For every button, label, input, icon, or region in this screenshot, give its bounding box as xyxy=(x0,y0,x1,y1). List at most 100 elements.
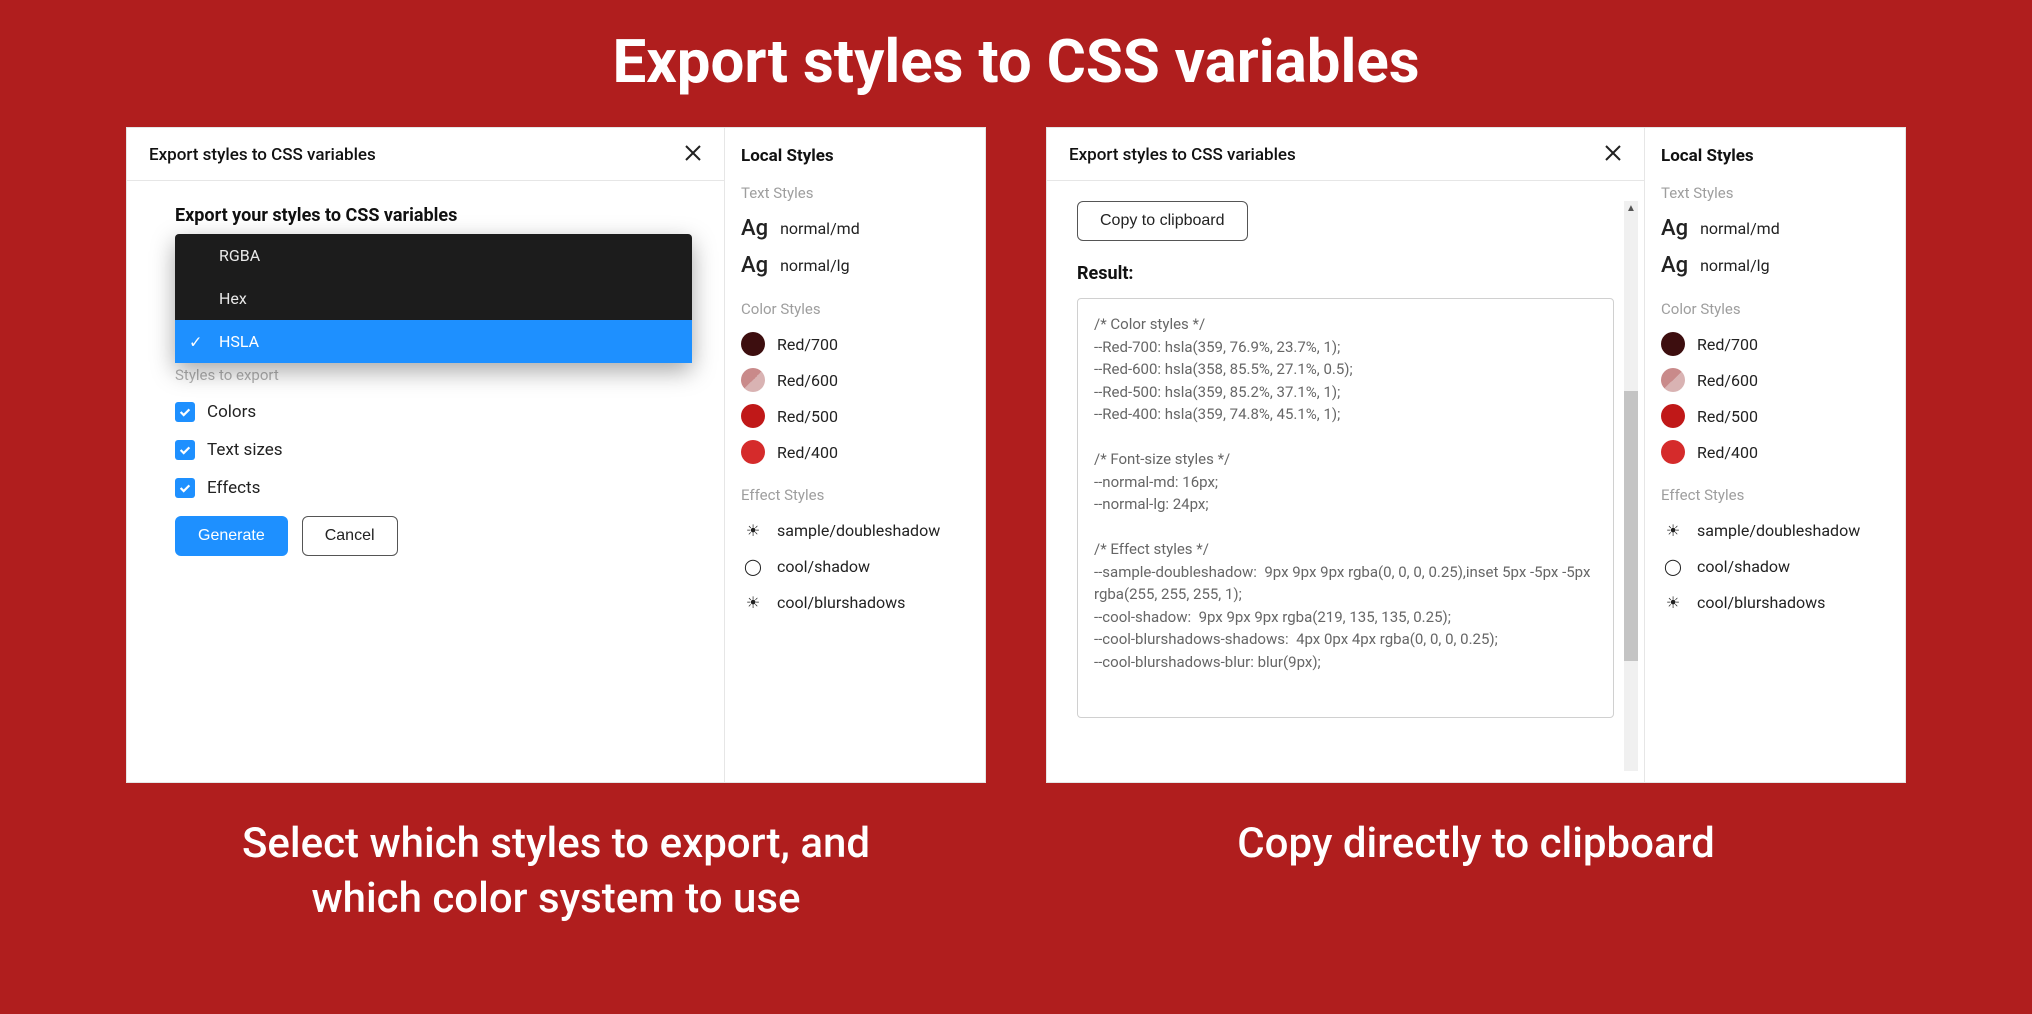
result-label: Result: xyxy=(1077,263,1614,284)
text-sample-icon: Ag xyxy=(1661,216,1688,241)
effect-styles-heading: Effect Styles xyxy=(741,486,969,504)
checkbox-label: Colors xyxy=(207,402,256,422)
checkbox-label: Text sizes xyxy=(207,440,283,460)
sun-icon: ☀ xyxy=(741,590,765,614)
color-style-label: Red/500 xyxy=(777,407,838,426)
close-icon xyxy=(684,144,702,162)
color-style-label: Red/500 xyxy=(1697,407,1758,426)
caption-right: Copy directly to clipboard xyxy=(1237,817,1715,872)
effect-style-item[interactable]: ☀ sample/doubleshadow xyxy=(741,512,969,548)
color-style-label: Red/600 xyxy=(1697,371,1758,390)
caption-left: Select which styles to export, and which… xyxy=(186,817,926,926)
text-sample-icon: Ag xyxy=(1661,253,1688,278)
modal-panel: Export styles to CSS variables Copy to c… xyxy=(1047,128,1645,782)
modal-title: Export styles to CSS variables xyxy=(1069,145,1296,165)
effect-style-item[interactable]: ☀ cool/blurshadows xyxy=(1661,584,1889,620)
sun-icon: ☀ xyxy=(1661,590,1685,614)
color-swatch-icon xyxy=(1661,440,1685,464)
check-icon xyxy=(175,402,195,422)
modal-header: Export styles to CSS variables xyxy=(127,128,724,181)
color-style-item[interactable]: Red/600 xyxy=(741,362,969,398)
close-icon xyxy=(1604,144,1622,162)
color-style-item[interactable]: Red/500 xyxy=(741,398,969,434)
modal-header: Export styles to CSS variables xyxy=(1047,128,1644,181)
color-swatch-icon xyxy=(1661,332,1685,356)
screenshot-left: Export styles to CSS variables Export yo… xyxy=(126,127,986,783)
text-style-label: normal/md xyxy=(780,219,860,238)
color-style-item[interactable]: Red/700 xyxy=(1661,326,1889,362)
check-icon xyxy=(175,478,195,498)
checkbox-label: Effects xyxy=(207,478,260,498)
color-styles-heading: Color Styles xyxy=(741,300,969,318)
local-styles-title: Local Styles xyxy=(1661,146,1889,166)
effect-styles-heading: Effect Styles xyxy=(1661,486,1889,504)
cancel-button[interactable]: Cancel xyxy=(302,516,398,556)
color-swatch-icon xyxy=(741,404,765,428)
local-styles-title: Local Styles xyxy=(741,146,969,166)
text-styles-heading: Text Styles xyxy=(1661,184,1889,202)
color-swatch-icon xyxy=(1661,404,1685,428)
effect-style-label: cool/shadow xyxy=(777,557,870,576)
dropdown-option-rgba[interactable]: RGBA xyxy=(175,234,692,277)
effect-style-label: cool/blurshadows xyxy=(1697,593,1825,612)
effect-style-item[interactable]: ◯cool/shadow xyxy=(741,548,969,584)
color-style-item[interactable]: Red/400 xyxy=(741,434,969,470)
color-swatch-icon xyxy=(741,332,765,356)
effect-style-label: cool/blurshadows xyxy=(777,593,905,612)
checkbox-colors[interactable]: Colors xyxy=(175,402,692,422)
color-swatch-icon xyxy=(1661,368,1685,392)
dropdown-option-hex[interactable]: Hex xyxy=(175,277,692,320)
effect-style-label: sample/doubleshadow xyxy=(777,521,940,540)
dropdown-option-label: HSLA xyxy=(219,332,259,351)
text-style-item[interactable]: Ag normal/md xyxy=(1661,210,1889,247)
color-style-item[interactable]: Red/700 xyxy=(741,326,969,362)
scroll-up-icon[interactable]: ▲ xyxy=(1624,201,1638,215)
color-style-item[interactable]: Red/500 xyxy=(1661,398,1889,434)
text-style-label: normal/md xyxy=(1700,219,1780,238)
styles-to-export-label: Styles to export xyxy=(175,366,692,384)
text-style-item[interactable]: Ag normal/lg xyxy=(741,247,969,284)
close-button[interactable] xyxy=(1604,144,1622,166)
close-button[interactable] xyxy=(684,144,702,166)
color-swatch-icon xyxy=(741,368,765,392)
copy-to-clipboard-button[interactable]: Copy to clipboard xyxy=(1077,201,1248,241)
text-style-label: normal/lg xyxy=(780,256,849,275)
effect-style-item[interactable]: ◯cool/shadow xyxy=(1661,548,1889,584)
effect-style-item[interactable]: ☀ cool/blurshadows xyxy=(741,584,969,620)
modal-panel: Export styles to CSS variables Export yo… xyxy=(127,128,725,782)
effect-style-label: sample/doubleshadow xyxy=(1697,521,1860,540)
color-style-label: Red/700 xyxy=(777,335,838,354)
local-styles-panel: Local Styles Text Styles Ag normal/md Agn… xyxy=(1645,128,1905,782)
text-sample-icon: Ag xyxy=(741,216,768,241)
checkbox-effects[interactable]: Effects xyxy=(175,478,692,498)
color-style-label: Red/600 xyxy=(777,371,838,390)
modal-title: Export styles to CSS variables xyxy=(149,145,376,165)
scrollbar-track[interactable]: ▲ xyxy=(1624,201,1638,771)
color-style-item[interactable]: Red/400 xyxy=(1661,434,1889,470)
color-style-label: Red/700 xyxy=(1697,335,1758,354)
sun-icon: ☀ xyxy=(1661,518,1685,542)
color-system-dropdown: RGBA Hex ✓ HSLA xyxy=(175,234,692,363)
color-style-label: Red/400 xyxy=(777,443,838,462)
text-sample-icon: Ag xyxy=(741,253,768,278)
result-code[interactable]: /* Color styles */ --Red-700: hsla(359, … xyxy=(1077,298,1614,718)
effect-style-item[interactable]: ☀ sample/doubleshadow xyxy=(1661,512,1889,548)
text-style-label: normal/lg xyxy=(1700,256,1769,275)
check-icon xyxy=(175,440,195,460)
text-styles-heading: Text Styles xyxy=(741,184,969,202)
text-style-item[interactable]: Ag normal/md xyxy=(741,210,969,247)
page-title: Export styles to CSS variables xyxy=(0,0,2032,127)
scrollbar-thumb[interactable] xyxy=(1624,391,1638,661)
text-style-item[interactable]: Ag normal/lg xyxy=(1661,247,1889,284)
check-icon: ✓ xyxy=(189,332,202,351)
color-styles-heading: Color Styles xyxy=(1661,300,1889,318)
dropdown-option-hsla[interactable]: ✓ HSLA xyxy=(175,320,692,363)
screenshot-right: Export styles to CSS variables Copy to c… xyxy=(1046,127,1906,783)
generate-button[interactable]: Generate xyxy=(175,516,288,556)
local-styles-panel: Local Styles Text Styles Ag normal/md Agn… xyxy=(725,128,985,782)
sun-icon: ☀ xyxy=(741,518,765,542)
circle-icon: ◯ xyxy=(1661,554,1685,578)
color-style-item[interactable]: Red/600 xyxy=(1661,362,1889,398)
modal-subtitle: Export your styles to CSS variables xyxy=(175,205,692,226)
checkbox-text-sizes[interactable]: Text sizes xyxy=(175,440,692,460)
